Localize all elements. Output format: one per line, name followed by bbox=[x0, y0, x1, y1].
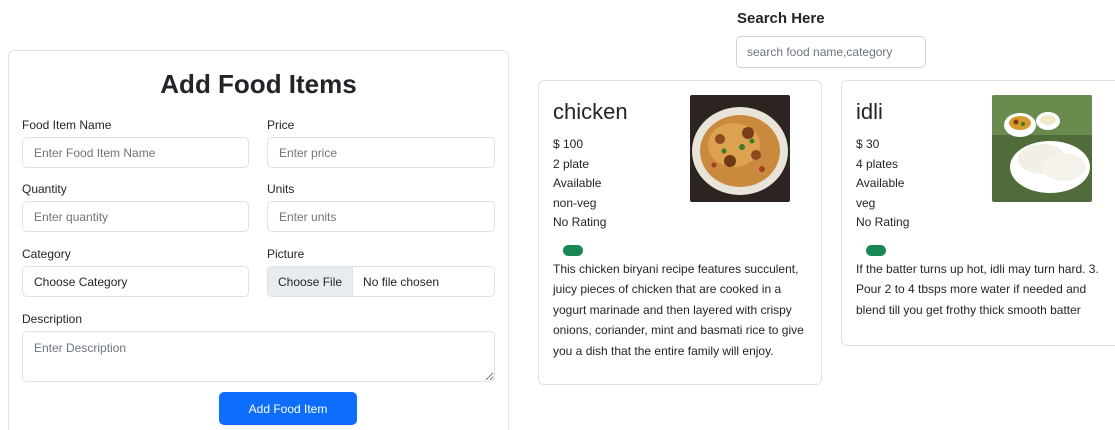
category-label: Category bbox=[22, 247, 71, 261]
idli-image bbox=[992, 95, 1092, 202]
picture-field: Picture Choose File No file chosen bbox=[267, 247, 495, 297]
price-label: Price bbox=[267, 118, 295, 132]
page: Search Here Add Food Items Food Item Nam… bbox=[0, 0, 1115, 430]
add-food-form: Add Food Items Food Item Name Price Quan… bbox=[8, 50, 509, 430]
units-field: Units bbox=[267, 182, 495, 232]
description-field: Description bbox=[22, 312, 495, 382]
chicken-biryani-image bbox=[690, 95, 790, 202]
picture-label: Picture bbox=[267, 247, 305, 261]
quantity-label: Quantity bbox=[22, 182, 67, 196]
food-name-label: Food Item Name bbox=[22, 118, 112, 132]
food-name-input[interactable] bbox=[22, 137, 249, 168]
price-field: Price bbox=[267, 118, 495, 168]
category-select[interactable]: Choose Category bbox=[22, 266, 249, 297]
units-label: Units bbox=[267, 182, 295, 196]
file-status: No file chosen bbox=[363, 274, 440, 289]
choose-file-button[interactable]: Choose File bbox=[268, 267, 354, 296]
units-input[interactable] bbox=[267, 201, 495, 232]
search-input[interactable] bbox=[736, 36, 926, 68]
quantity-field: Quantity bbox=[22, 182, 249, 232]
picture-file-input[interactable]: Choose File No file chosen bbox=[267, 266, 495, 297]
food-card-chicken: chicken $ 100 2 plate Available non-veg … bbox=[538, 80, 822, 385]
status-badge bbox=[866, 244, 886, 256]
food-rating: No Rating bbox=[856, 215, 910, 229]
food-description: This chicken biryani recipe features suc… bbox=[553, 261, 804, 358]
food-card-idli: idli $ 30 4 plates Available veg No Rati… bbox=[841, 80, 1115, 346]
status-badge bbox=[563, 244, 583, 256]
category-field: Category Choose Category bbox=[22, 247, 249, 297]
category-select-value: Choose Category bbox=[34, 274, 128, 289]
food-rating: No Rating bbox=[553, 215, 607, 229]
price-input[interactable] bbox=[267, 137, 495, 168]
form-title: Add Food Items bbox=[160, 69, 357, 99]
quantity-input[interactable] bbox=[22, 201, 249, 232]
search-section: Search Here bbox=[736, 10, 926, 68]
search-title: Search Here bbox=[737, 10, 825, 27]
add-food-item-button[interactable]: Add Food Item bbox=[219, 392, 357, 425]
description-label: Description bbox=[22, 312, 83, 326]
description-textarea[interactable] bbox=[22, 331, 495, 382]
food-name-field: Food Item Name bbox=[22, 118, 249, 168]
food-description: If the batter turns up hot, idli may tur… bbox=[856, 261, 1099, 317]
